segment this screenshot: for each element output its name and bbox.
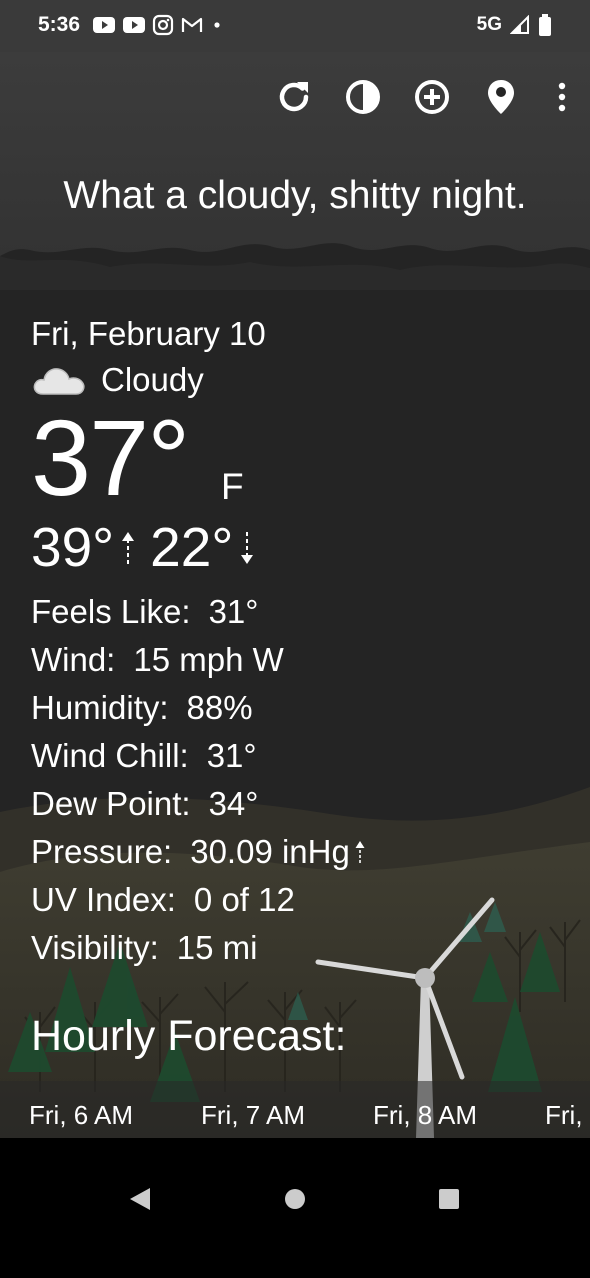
- hourly-forecast-title: Hourly Forecast:: [31, 1012, 347, 1060]
- instagram-icon: [152, 14, 174, 36]
- hourly-item[interactable]: Fri, 8 AM: [373, 1100, 477, 1131]
- battery-icon: [539, 14, 551, 36]
- detail-visibility: Visibility: 15 mi: [31, 924, 366, 972]
- back-icon[interactable]: [128, 1186, 152, 1212]
- condition-row: Cloudy: [31, 360, 366, 400]
- status-bar: 5:36 5G: [0, 0, 590, 52]
- detail-dew-point: Dew Point: 34°: [31, 780, 366, 828]
- status-right: 5G: [477, 13, 552, 37]
- toolbar: [248, 74, 572, 120]
- detail-label: UV Index:: [31, 881, 176, 918]
- detail-wind: Wind: 15 mph W: [31, 636, 366, 684]
- refresh-button[interactable]: [271, 74, 317, 120]
- current-temperature: 37°: [31, 397, 190, 518]
- recents-icon[interactable]: [438, 1186, 460, 1212]
- more-options-button[interactable]: [552, 74, 572, 120]
- hourly-forecast-strip[interactable]: Fri, 6 AM Fri, 7 AM Fri, 8 AM Fri,: [0, 1081, 590, 1138]
- detail-label: Feels Like:: [31, 593, 191, 630]
- detail-value: 15 mph W: [133, 641, 284, 678]
- temperature-row: 37° F: [31, 402, 366, 514]
- detail-label: Humidity:: [31, 689, 169, 726]
- current-conditions: Fri, February 10 Cloudy 37° F 39° 22° Fe…: [31, 314, 366, 972]
- detail-uv-index: UV Index: 0 of 12: [31, 876, 366, 924]
- low-temperature: 22°: [150, 516, 234, 578]
- current-date: Fri, February 10: [31, 315, 266, 352]
- weather-app: What a cloudy, shitty night. Fri, Februa…: [0, 52, 590, 1138]
- detail-value: 34°: [208, 785, 259, 822]
- youtube-icon: [123, 17, 145, 33]
- notification-dot-icon: [214, 22, 220, 28]
- temperature-unit: F: [221, 466, 244, 507]
- detail-wind-chill: Wind Chill: 31°: [31, 732, 366, 780]
- refresh-icon: [279, 82, 309, 112]
- detail-label: Pressure:: [31, 833, 173, 870]
- theme-icon: [346, 80, 380, 114]
- pressure-rising-icon: [355, 841, 365, 863]
- weather-tagline: What a cloudy, shitty night.: [63, 174, 527, 217]
- youtube-icon: [93, 17, 115, 33]
- detail-pressure: Pressure: 30.09 inHg: [31, 828, 366, 876]
- theme-button[interactable]: [340, 74, 386, 120]
- detail-label: Dew Point:: [31, 785, 191, 822]
- detail-value: 15 mi: [176, 929, 258, 966]
- detail-label: Wind Chill:: [31, 737, 189, 774]
- detail-label: Wind:: [31, 641, 116, 678]
- hourly-item[interactable]: Fri,: [545, 1100, 583, 1131]
- detail-value: 0 of 12: [193, 881, 295, 918]
- condition-label: Cloudy: [101, 361, 204, 398]
- add-location-icon: [415, 80, 449, 114]
- home-icon[interactable]: [284, 1186, 306, 1212]
- gmail-icon: [181, 17, 203, 32]
- arrow-down-icon: [239, 516, 255, 578]
- phone-screen: 5:36 5G What a cloudy, shitty night. Fri…: [0, 0, 590, 1278]
- detail-humidity: Humidity: 88%: [31, 684, 366, 732]
- high-temperature: 39°: [31, 516, 115, 578]
- detail-value: 88%: [186, 689, 253, 726]
- arrow-up-icon: [120, 516, 136, 578]
- details-list: Feels Like: 31° Wind: 15 mph W Humidity:…: [31, 588, 366, 972]
- signal-icon: [510, 15, 529, 34]
- more-vert-icon: [558, 82, 566, 112]
- add-location-button[interactable]: [409, 74, 455, 120]
- detail-value: 31°: [208, 593, 259, 630]
- status-time: 5:36: [38, 13, 81, 36]
- location-button[interactable]: [478, 74, 524, 120]
- detail-value: 31°: [206, 737, 257, 774]
- location-pin-icon: [488, 80, 514, 114]
- detail-value: 30.09 inHg: [190, 833, 350, 870]
- detail-feels-like: Feels Like: 31°: [31, 588, 366, 636]
- network-label: 5G: [476, 14, 502, 35]
- hourly-item[interactable]: Fri, 7 AM: [201, 1100, 305, 1131]
- notification-icons: [92, 14, 224, 36]
- cloud-icon: [33, 368, 85, 395]
- hourly-item[interactable]: Fri, 6 AM: [29, 1100, 133, 1131]
- detail-label: Visibility:: [31, 929, 159, 966]
- high-low-row: 39° 22°: [31, 516, 366, 578]
- system-navigation-bar: [0, 1138, 590, 1278]
